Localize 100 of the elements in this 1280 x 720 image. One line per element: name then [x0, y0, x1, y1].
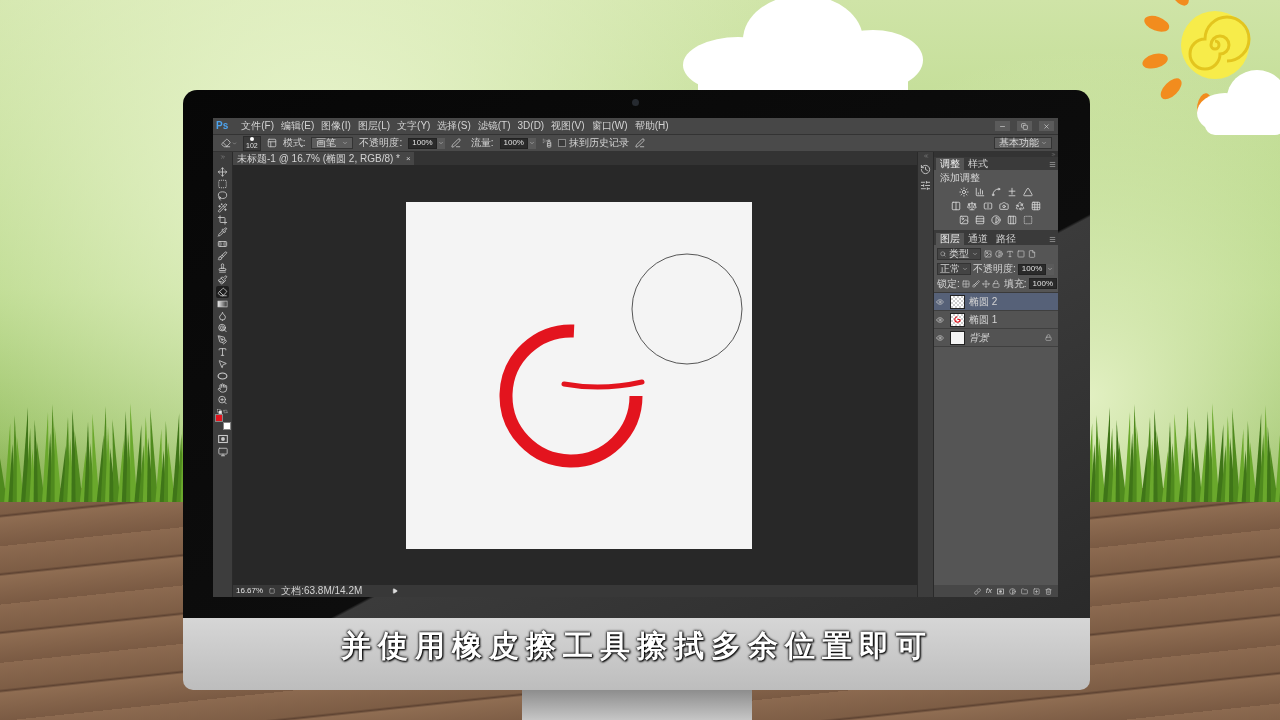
- contrast-icon[interactable]: [995, 250, 1003, 258]
- history-icon[interactable]: [920, 164, 931, 175]
- grid-icon[interactable]: [961, 279, 970, 288]
- flow-field[interactable]: 100%: [499, 137, 528, 149]
- caret-icon[interactable]: [1041, 140, 1047, 146]
- dashed-square-icon[interactable]: [1023, 215, 1033, 225]
- caret-icon[interactable]: [962, 266, 968, 272]
- move-icon[interactable]: [981, 279, 990, 288]
- checkbox[interactable]: [557, 139, 566, 147]
- zoom-icon[interactable]: [216, 394, 229, 406]
- caret-icon[interactable]: [342, 140, 349, 146]
- menu-item[interactable]: 3D(D): [517, 121, 545, 131]
- menu-item[interactable]: 窗口(W): [591, 121, 628, 131]
- mask-icon[interactable]: [217, 434, 228, 444]
- play-arrow-icon[interactable]: [392, 588, 399, 594]
- triangle-icon[interactable]: [1023, 187, 1033, 197]
- eraser-icon[interactable]: [216, 286, 229, 298]
- lock-icon[interactable]: [991, 279, 1000, 288]
- close-button[interactable]: [1039, 121, 1054, 131]
- lollipop-icon[interactable]: [216, 322, 229, 334]
- hand-icon[interactable]: [216, 382, 229, 394]
- pointer-icon[interactable]: [216, 358, 229, 370]
- layer-row[interactable]: 椭圆 2: [934, 293, 1058, 311]
- menu-item[interactable]: 选择(S): [437, 121, 471, 131]
- camera-icon[interactable]: [999, 201, 1009, 211]
- dashed-square-icon[interactable]: [216, 178, 229, 190]
- eye-icon[interactable]: [936, 333, 944, 342]
- gradient-icon[interactable]: [216, 298, 229, 310]
- filter-dropdown[interactable]: 类型: [937, 248, 981, 260]
- contrast-icon[interactable]: [991, 215, 1001, 225]
- magic-wand-icon[interactable]: [216, 202, 229, 214]
- link-icon[interactable]: [973, 587, 981, 595]
- menu-item[interactable]: 图像(I): [321, 121, 351, 131]
- menu-item[interactable]: 滤镜(T): [477, 121, 511, 131]
- divided-square-icon[interactable]: [983, 201, 993, 211]
- pen-nib-icon[interactable]: [216, 334, 229, 346]
- dropdown-button[interactable]: [436, 137, 445, 149]
- sun-icon[interactable]: [959, 187, 969, 197]
- image-icon[interactable]: [984, 250, 992, 258]
- document-tab[interactable]: 未标题-1 @ 16.7% (椭圆 2, RGB/8) * ×: [233, 152, 414, 165]
- caret-icon[interactable]: [437, 140, 444, 146]
- restore-button[interactable]: [1017, 121, 1032, 131]
- histogram-icon[interactable]: [975, 187, 985, 197]
- foreground-swatch-icon[interactable]: [214, 414, 223, 422]
- square-icon[interactable]: [1017, 250, 1025, 258]
- menu-item[interactable]: 文件(F): [241, 121, 274, 131]
- brush-icon[interactable]: [216, 250, 229, 262]
- search-icon[interactable]: [940, 251, 946, 257]
- eye-icon[interactable]: [936, 297, 944, 306]
- caret-icon[interactable]: [972, 251, 978, 257]
- background-swatch-icon[interactable]: [222, 422, 231, 430]
- dropdown-button[interactable]: [527, 137, 536, 149]
- mode-dropdown[interactable]: 画笔: [311, 137, 354, 149]
- stripes-icon[interactable]: [975, 215, 985, 225]
- overlapping-squares-icon[interactable]: [217, 409, 222, 414]
- folder-icon[interactable]: [1021, 587, 1028, 595]
- menu-item[interactable]: 文字(Y): [397, 121, 431, 131]
- pen-icon[interactable]: [634, 138, 645, 148]
- layer-row[interactable]: 椭圆 1: [934, 311, 1058, 329]
- opacity-field[interactable]: 100%: [408, 137, 437, 149]
- bandage-icon[interactable]: [216, 238, 229, 250]
- caret-icon[interactable]: [528, 140, 535, 146]
- recycle-icon[interactable]: [1015, 201, 1025, 211]
- brush-icon[interactable]: [971, 279, 980, 288]
- ellipse-icon[interactable]: [216, 370, 229, 382]
- eyedropper-icon[interactable]: [216, 226, 229, 238]
- contrast-icon[interactable]: [1009, 587, 1016, 595]
- type-icon[interactable]: [1006, 250, 1014, 258]
- layer-style-button[interactable]: fx: [985, 587, 992, 595]
- pen-icon[interactable]: [450, 138, 461, 148]
- monitor-icon[interactable]: [217, 447, 228, 457]
- sliders-icon[interactable]: [920, 180, 931, 191]
- new-layer-icon[interactable]: [1033, 587, 1040, 595]
- scale-icon[interactable]: [967, 201, 977, 211]
- menu-item[interactable]: 视图(V): [551, 121, 585, 131]
- menu-item[interactable]: 编辑(E): [281, 121, 315, 131]
- droplet-icon[interactable]: [216, 310, 229, 322]
- plus-minus-icon[interactable]: [1007, 187, 1017, 197]
- columns-icon[interactable]: [1007, 215, 1017, 225]
- eraser-icon[interactable]: [221, 138, 231, 148]
- dropdown-button[interactable]: [1046, 263, 1055, 275]
- minimize-button[interactable]: [995, 121, 1010, 131]
- lock-icon[interactable]: [1045, 334, 1052, 341]
- menu-item[interactable]: 帮助(H): [634, 121, 669, 131]
- workspace-dropdown[interactable]: 基本功能: [994, 137, 1052, 149]
- restore-icon[interactable]: [1021, 122, 1028, 130]
- layer-row[interactable]: 背景: [934, 329, 1058, 347]
- close-tab-button[interactable]: ×: [405, 154, 411, 163]
- fill-field[interactable]: 100%: [1028, 278, 1058, 289]
- crop-icon[interactable]: [216, 214, 229, 226]
- paintbrush-icon[interactable]: [216, 274, 229, 286]
- curve-icon[interactable]: [991, 187, 1001, 197]
- blend-mode-dropdown[interactable]: 正常: [937, 263, 971, 275]
- panel-menu-icon[interactable]: [1049, 161, 1056, 168]
- opacity-field[interactable]: 100%: [1017, 263, 1047, 275]
- spray-can-icon[interactable]: [541, 138, 552, 148]
- type-icon[interactable]: [216, 346, 229, 358]
- close-icon[interactable]: [1043, 122, 1050, 130]
- grid-icon[interactable]: [1031, 201, 1041, 211]
- panel-menu-icon[interactable]: [1049, 236, 1056, 243]
